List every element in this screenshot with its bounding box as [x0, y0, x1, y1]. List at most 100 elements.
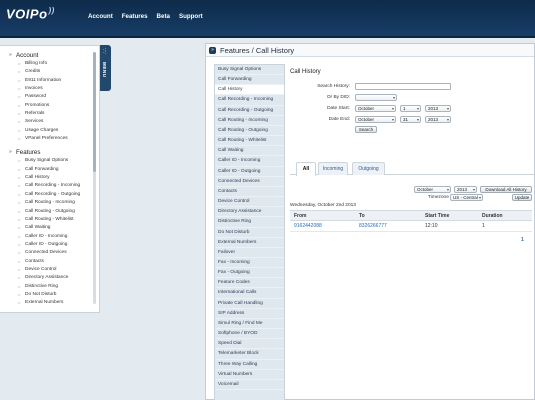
nav-features[interactable]: Features [122, 13, 148, 20]
filter-year-select[interactable]: 2013 ▾ [454, 186, 477, 193]
nav-account[interactable]: Account [88, 13, 113, 20]
menu-item[interactable]: ○ Password [9, 93, 99, 101]
subnav-item[interactable]: Simul Ring / Find Me [215, 319, 284, 330]
menu-item[interactable]: ○ Call Waiting [9, 224, 99, 232]
timezone-select[interactable]: US - Central ▾ [450, 194, 483, 201]
start-day-select[interactable]: 1 ▾ [400, 105, 421, 112]
end-year-select[interactable]: 2013 ▾ [425, 116, 451, 123]
menu-item[interactable]: ○ Call Routing - Whitelist [9, 216, 99, 224]
did-select[interactable]: ▾ [355, 94, 397, 101]
bullet-icon: ○ [18, 119, 21, 125]
menu-item[interactable]: ○ Call Routing - Incoming [9, 199, 99, 207]
menu-toggle-tab[interactable]: ·: ·: MENU [100, 45, 111, 91]
subnav-item[interactable]: SIP Address [215, 309, 284, 319]
subnav-item[interactable]: Virtual Numbers [215, 370, 284, 380]
menu-group-title[interactable]: » Features [9, 149, 99, 156]
filter-month-select[interactable]: October ▾ [414, 186, 451, 193]
menu-item[interactable]: ○ Call Routing - Outgoing [9, 208, 99, 216]
end-month-select[interactable]: October ▾ [355, 116, 396, 123]
download-history-button[interactable]: Download All History [480, 186, 532, 193]
timezone-value: US - Central [453, 195, 478, 200]
subnav-item[interactable]: Fax - Incoming [215, 258, 284, 269]
from-number-link[interactable]: 9162442088 [294, 221, 322, 232]
start-month-select[interactable]: October ▾ [355, 105, 396, 112]
nav-support[interactable]: Support [179, 13, 203, 20]
menu-item[interactable]: ○ Busy Signal Options [9, 157, 99, 165]
subnav-item[interactable]: Device Control [215, 197, 284, 208]
bullet-icon: ○ [18, 61, 21, 66]
subnav-item[interactable]: Call Routing - Outgoing [215, 126, 284, 137]
subnav-item[interactable]: Directory Assistance [215, 207, 284, 218]
subnav-item[interactable]: Private Call Handling [215, 299, 284, 309]
menu-item[interactable]: ○ Directory Assistance [9, 274, 99, 282]
menu-item[interactable]: ○ Credits [9, 68, 99, 76]
menu-item[interactable]: ○ Connected Devices [9, 249, 99, 257]
slide-menu-scrollbar[interactable] [93, 52, 96, 304]
subnav-item[interactable]: Softphone / BYOD [215, 329, 284, 340]
subnav-item[interactable]: Call Recording - Outgoing [215, 106, 284, 116]
subnav-item[interactable]: Telemarketer Block [215, 349, 284, 360]
subnav-item[interactable]: Call Routing - Incoming [215, 116, 284, 126]
search-history-input[interactable] [355, 83, 451, 90]
slide-menu-list: » Account ○ Billing Info ○ Credits ○ E911 Infor… [0, 52, 99, 308]
subnav-item[interactable]: Failover [215, 248, 284, 258]
subnav-item[interactable]: International Calls [215, 288, 284, 299]
search-button[interactable]: Search [355, 126, 377, 133]
subnav-item[interactable]: Call Recording - Incoming [215, 95, 284, 106]
subnav-item[interactable]: Call History [215, 85, 284, 96]
menu-item[interactable]: ○ VPanel Preferences [9, 135, 99, 143]
nav-beta[interactable]: Beta [157, 13, 170, 20]
update-button[interactable]: Update [512, 194, 532, 201]
start-year-value: 2013 [428, 106, 439, 111]
subnav-item[interactable]: Call Waiting [215, 146, 284, 157]
scrollbar-thumb[interactable] [93, 52, 96, 172]
subnav-item[interactable]: Do Not Disturb [215, 228, 284, 238]
subnav-item[interactable]: Fax - Outgoing [215, 268, 284, 279]
menu-item[interactable]: ○ External Numbers [9, 299, 99, 307]
menu-item[interactable]: ○ Usage Charges [9, 127, 99, 135]
menu-item[interactable]: ○ Invoices [9, 85, 99, 93]
subnav-item[interactable]: Speed Dial [215, 339, 284, 350]
menu-item[interactable]: ○ Call Recording - Outgoing [9, 191, 99, 199]
pagination-page-1[interactable]: 1 [521, 237, 524, 243]
page-title: Features / Call History [220, 46, 295, 55]
subnav-item[interactable]: Feature Codes [215, 278, 284, 289]
menu-item[interactable]: ○ Call Forwarding [9, 166, 99, 174]
subnav-item[interactable]: Voicemail [215, 380, 284, 390]
subnav-item[interactable]: Call Forwarding [215, 75, 284, 86]
subnav-item[interactable]: Distinctive Ring [215, 217, 284, 228]
menu-item[interactable]: ○ Caller ID - Incoming [9, 233, 99, 241]
menu-group-title[interactable]: » Account [9, 52, 99, 59]
voipo-logo[interactable]: VOIPo)) [6, 6, 55, 21]
subnav-item[interactable]: External Numbers [215, 238, 284, 248]
tab-incoming[interactable]: Incoming [318, 162, 348, 175]
menu-item[interactable]: ○ Billing Info [9, 60, 99, 68]
menu-item[interactable]: ○ Device Control [9, 266, 99, 274]
menu-item[interactable]: ○ Caller ID - Outgoing [9, 241, 99, 249]
subnav-item[interactable]: Call Routing - Whitelist [215, 136, 284, 147]
subnav-item[interactable]: Three Way Calling [215, 360, 284, 370]
to-number-link[interactable]: 8326266777 [359, 221, 387, 232]
subnav-item[interactable]: Contacts [215, 187, 284, 198]
menu-item[interactable]: ○ Services [9, 118, 99, 126]
menu-item-label: Password [25, 94, 47, 100]
start-year-select[interactable]: 2013 ▾ [425, 105, 451, 112]
call-type-tabs: All Incoming Outgoing [290, 162, 534, 176]
menu-item[interactable]: ○ E911 Information [9, 77, 99, 85]
end-month-value: October [358, 117, 375, 122]
menu-item[interactable]: ○ Distinctive Ring [9, 283, 99, 291]
subnav-item[interactable]: Connected Devices [215, 177, 284, 187]
menu-item[interactable]: ○ Promotions [9, 102, 99, 110]
end-day-select[interactable]: 31 ▾ [400, 116, 421, 123]
menu-item[interactable]: ○ Contacts [9, 258, 99, 266]
menu-item[interactable]: ○ Referrals [9, 110, 99, 118]
menu-item[interactable]: ○ Call History [9, 174, 99, 182]
subnav-item[interactable]: Caller ID - Outgoing [215, 167, 284, 177]
tab-all[interactable]: All [296, 162, 316, 176]
menu-item[interactable]: ○ Do Not Disturb [9, 291, 99, 299]
subnav-item[interactable]: Busy Signal Options [215, 65, 284, 76]
subnav-item[interactable]: Caller ID - Incoming [215, 156, 284, 167]
menu-item[interactable]: ○ Call Recording - Incoming [9, 182, 99, 190]
tab-outgoing[interactable]: Outgoing [352, 162, 385, 175]
chevron-down-icon: ▾ [391, 117, 394, 122]
